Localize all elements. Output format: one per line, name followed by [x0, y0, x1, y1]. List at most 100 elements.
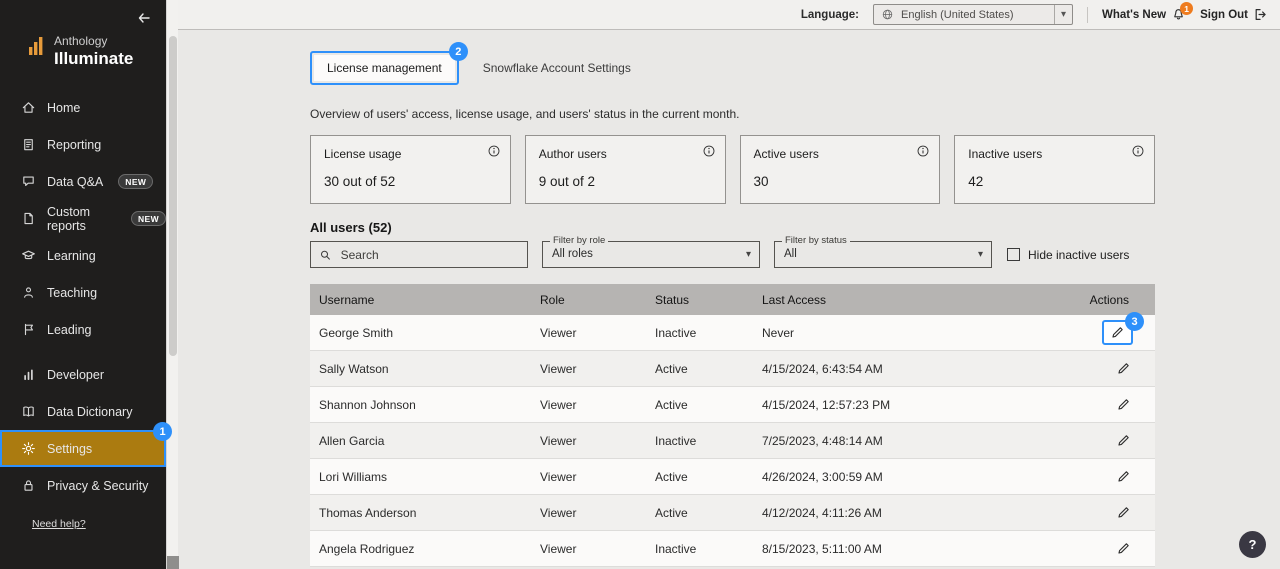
- back-arrow-icon[interactable]: [134, 8, 154, 28]
- info-icon[interactable]: [1131, 144, 1145, 158]
- sidebar-item-developer[interactable]: Developer: [0, 356, 166, 393]
- hide-inactive-checkbox[interactable]: [1007, 248, 1020, 261]
- pencil-icon: [1116, 397, 1131, 412]
- app-window: Anthology Illuminate Home Reporting Data…: [0, 0, 1280, 569]
- home-icon: [21, 100, 36, 115]
- edit-user-button[interactable]: [1114, 395, 1133, 414]
- header-username: Username: [310, 293, 540, 307]
- info-icon[interactable]: [702, 144, 716, 158]
- tab-snowflake-account-settings[interactable]: Snowflake Account Settings: [481, 55, 633, 81]
- cell-status: Active: [655, 398, 762, 412]
- edit-user-button[interactable]: [1114, 359, 1133, 378]
- table-header: Username Role Status Last Access Actions: [310, 284, 1155, 315]
- filter-by-role-select[interactable]: Filter by role All roles ▾: [542, 241, 760, 268]
- cell-status: Inactive: [655, 434, 762, 448]
- sidebar-item-label: Teaching: [47, 286, 97, 300]
- cell-username: Shannon Johnson: [310, 398, 540, 412]
- cell-status: Active: [655, 362, 762, 376]
- sign-out-label: Sign Out: [1200, 9, 1248, 21]
- cell-role: Viewer: [540, 362, 655, 376]
- edit-user-button[interactable]: [1114, 539, 1133, 558]
- sidebar-item-home[interactable]: Home: [0, 89, 166, 126]
- edit-user-button[interactable]: [1108, 323, 1127, 342]
- pencil-icon: [1110, 325, 1125, 340]
- header-actions: Actions: [1065, 293, 1155, 307]
- cell-status: Active: [655, 506, 762, 520]
- cell-username: Lori Williams: [310, 470, 540, 484]
- annotation-badge-1: 1: [153, 422, 172, 441]
- tab-license-management[interactable]: License management: [314, 55, 455, 81]
- cell-username: George Smith: [310, 326, 540, 340]
- sidebar-item-settings[interactable]: Settings 1: [0, 430, 166, 467]
- new-badge: NEW: [131, 211, 166, 226]
- sign-out-button[interactable]: Sign Out: [1200, 7, 1268, 22]
- need-help-link[interactable]: Need help?: [32, 518, 86, 530]
- sidebar-item-reporting[interactable]: Reporting: [0, 126, 166, 163]
- topbar: Language: English (United States) ▾ What…: [178, 0, 1280, 30]
- edit-user-button[interactable]: [1114, 467, 1133, 486]
- stat-value: 30 out of 52: [324, 174, 497, 189]
- globe-icon: [881, 8, 894, 21]
- search-icon: [319, 248, 332, 262]
- chevron-down-icon: ▾: [1054, 5, 1072, 24]
- custom-reports-icon: [21, 211, 36, 226]
- page-scrollbar[interactable]: [166, 0, 178, 569]
- data-qa-icon: [21, 174, 36, 189]
- help-button[interactable]: ?: [1239, 531, 1266, 558]
- sidebar-item-learning[interactable]: Learning: [0, 237, 166, 274]
- chevron-down-icon: ▾: [746, 242, 751, 267]
- annotation-badge-2: 2: [449, 42, 468, 61]
- search-input[interactable]: [339, 247, 519, 263]
- sidebar-item-label: Home: [47, 101, 80, 115]
- cell-username: Allen Garcia: [310, 434, 540, 448]
- language-dropdown[interactable]: English (United States) ▾: [873, 4, 1073, 25]
- cell-last-access: 8/15/2023, 5:11:00 AM: [762, 542, 1065, 556]
- edit-user-button[interactable]: [1114, 431, 1133, 450]
- sidebar-item-data-dictionary[interactable]: Data Dictionary: [0, 393, 166, 430]
- sidebar-item-data-qa[interactable]: Data Q&A NEW: [0, 163, 166, 200]
- table-row: Lori Williams Viewer Active 4/26/2024, 3…: [310, 459, 1155, 495]
- sidebar-item-custom-reports[interactable]: Custom reports NEW: [0, 200, 166, 237]
- sidebar-item-teaching[interactable]: Teaching: [0, 274, 166, 311]
- annotation-badge-3: 3: [1125, 312, 1144, 331]
- cell-role: Viewer: [540, 398, 655, 412]
- chevron-down-icon: ▾: [978, 242, 983, 267]
- cell-last-access: 4/15/2024, 6:43:54 AM: [762, 362, 1065, 376]
- data-dictionary-icon: [21, 404, 36, 419]
- scrollbar-end: [167, 556, 179, 569]
- brand-name-bottom: Illuminate: [54, 49, 133, 69]
- filter-by-status-select[interactable]: Filter by status All ▾: [774, 241, 992, 268]
- sidebar-item-privacy-security[interactable]: Privacy & Security: [0, 467, 166, 504]
- sidebar-item-label: Learning: [47, 249, 96, 263]
- sidebar-item-label: Developer: [47, 368, 104, 382]
- cell-last-access: 4/15/2024, 12:57:23 PM: [762, 398, 1065, 412]
- settings-icon: [21, 441, 36, 456]
- whats-new-button[interactable]: What's New 1: [1102, 7, 1186, 22]
- pencil-icon: [1116, 505, 1131, 520]
- whats-new-label: What's New: [1102, 9, 1166, 21]
- stat-card-license-usage: License usage 30 out of 52: [310, 135, 511, 204]
- scrollbar-thumb[interactable]: [169, 36, 177, 356]
- filter-by-role-label: Filter by role: [550, 235, 608, 246]
- stat-card-inactive-users: Inactive users 42: [954, 135, 1155, 204]
- sidebar: Anthology Illuminate Home Reporting Data…: [0, 0, 166, 569]
- sidebar-item-label: Data Dictionary: [47, 405, 132, 419]
- info-icon[interactable]: [487, 144, 501, 158]
- cell-status: Inactive: [655, 542, 762, 556]
- info-icon[interactable]: [916, 144, 930, 158]
- stat-card-active-users: Active users 30: [740, 135, 941, 204]
- cell-last-access: 4/12/2024, 4:11:26 AM: [762, 506, 1065, 520]
- reporting-icon: [21, 137, 36, 152]
- sidebar-item-leading[interactable]: Leading: [0, 311, 166, 348]
- table-row: Angela Rodriguez Viewer Inactive 8/15/20…: [310, 531, 1155, 567]
- hide-inactive-users-toggle[interactable]: Hide inactive users: [1007, 248, 1129, 262]
- brand-name-top: Anthology: [54, 34, 133, 48]
- filter-by-status-label: Filter by status: [782, 235, 850, 246]
- search-box[interactable]: [310, 241, 528, 268]
- edit-user-button[interactable]: [1114, 503, 1133, 522]
- cell-role: Viewer: [540, 434, 655, 448]
- sidebar-item-label: Privacy & Security: [47, 479, 148, 493]
- pencil-icon: [1116, 541, 1131, 556]
- leading-icon: [21, 322, 36, 337]
- cell-status: Inactive: [655, 326, 762, 340]
